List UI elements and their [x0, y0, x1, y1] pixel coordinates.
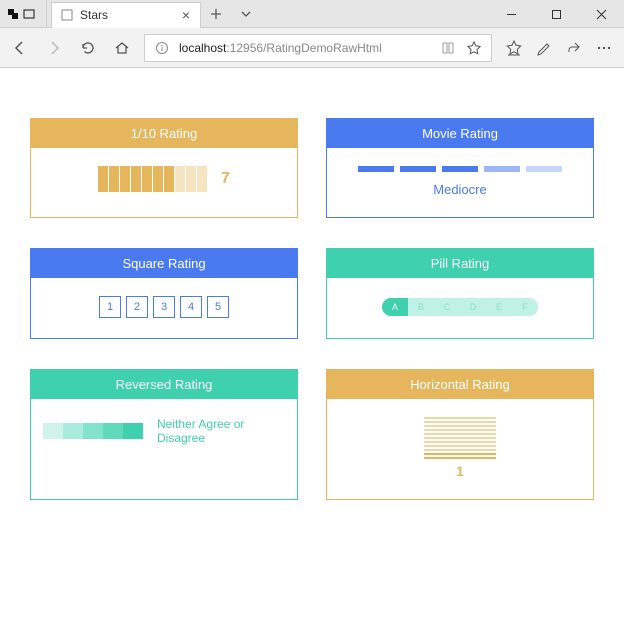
pill-rating-items[interactable]: A B C D E F	[382, 298, 538, 316]
ten-rating-value: 7	[221, 170, 230, 188]
movie-rating-label: Mediocre	[433, 182, 486, 197]
reading-view-icon[interactable]	[439, 41, 457, 55]
card-title: Square Rating	[31, 249, 297, 278]
reversed-rating-label: Neither Agree or Disagree	[157, 417, 285, 445]
card-title: Reversed Rating	[31, 370, 297, 399]
card-movie-rating: Movie Rating Mediocre	[326, 118, 594, 218]
ten-rating-bars[interactable]	[98, 166, 207, 192]
forward-button[interactable]	[42, 36, 66, 60]
card-reversed-rating: Reversed Rating Neither Agree or Disagre…	[30, 369, 298, 500]
square-item[interactable]: 4	[180, 296, 202, 318]
window-close-button[interactable]	[579, 0, 624, 28]
card-horizontal-rating: Horizontal Rating 1	[326, 369, 594, 500]
app-icon-1	[6, 7, 20, 21]
notes-icon[interactable]	[536, 40, 552, 56]
square-rating-items[interactable]: 1 2 3 4 5	[99, 296, 229, 318]
address-text: localhost:12956/RatingDemoRawHtml	[179, 41, 382, 55]
reversed-rating-bars[interactable]	[43, 423, 143, 439]
pill-item[interactable]: B	[408, 298, 434, 316]
card-pill-rating: Pill Rating A B C D E F	[326, 248, 594, 339]
card-title: 1/10 Rating	[31, 119, 297, 148]
movie-rating-bars[interactable]	[358, 166, 562, 172]
square-item[interactable]: 3	[153, 296, 175, 318]
card-title: Pill Rating	[327, 249, 593, 278]
refresh-button[interactable]	[76, 36, 100, 60]
tab-close-button[interactable]: ×	[178, 7, 194, 23]
address-bar[interactable]: localhost:12956/RatingDemoRawHtml	[144, 34, 492, 62]
window-minimize-button[interactable]	[489, 0, 534, 28]
pill-item[interactable]: F	[512, 298, 538, 316]
card-square-rating: Square Rating 1 2 3 4 5	[30, 248, 298, 339]
site-info-icon[interactable]	[153, 41, 171, 55]
card-title: Horizontal Rating	[327, 370, 593, 399]
share-icon[interactable]	[566, 40, 582, 56]
app-icon-2	[22, 7, 36, 21]
card-title: Movie Rating	[327, 119, 593, 148]
page-content: 1/10 Rating 7 Movie Rating Mediocre Squa…	[0, 68, 624, 626]
pill-item[interactable]: E	[486, 298, 512, 316]
window-maximize-button[interactable]	[534, 0, 579, 28]
address-host: localhost	[179, 41, 226, 55]
more-icon[interactable]	[596, 40, 612, 56]
browser-toolbar: localhost:12956/RatingDemoRawHtml	[0, 28, 624, 68]
square-item[interactable]: 5	[207, 296, 229, 318]
window-titlebar: Stars ×	[0, 0, 624, 28]
browser-tab[interactable]: Stars ×	[51, 2, 201, 28]
address-path: :12956/RatingDemoRawHtml	[226, 41, 381, 55]
horizontal-rating-value: 1	[456, 463, 464, 479]
pill-item[interactable]: A	[382, 298, 408, 316]
tab-favicon	[60, 8, 74, 22]
new-tab-button[interactable]	[201, 8, 231, 20]
tab-title: Stars	[80, 8, 172, 22]
pill-item[interactable]: D	[460, 298, 486, 316]
favorite-icon[interactable]	[465, 41, 483, 55]
favorites-bar-icon[interactable]	[506, 40, 522, 56]
tab-overflow-button[interactable]	[231, 8, 261, 20]
square-item[interactable]: 2	[126, 296, 148, 318]
home-button[interactable]	[110, 36, 134, 60]
back-button[interactable]	[8, 36, 32, 60]
horizontal-rating-bars[interactable]	[424, 417, 496, 459]
card-ten-rating: 1/10 Rating 7	[30, 118, 298, 218]
pill-item[interactable]: C	[434, 298, 460, 316]
square-item[interactable]: 1	[99, 296, 121, 318]
